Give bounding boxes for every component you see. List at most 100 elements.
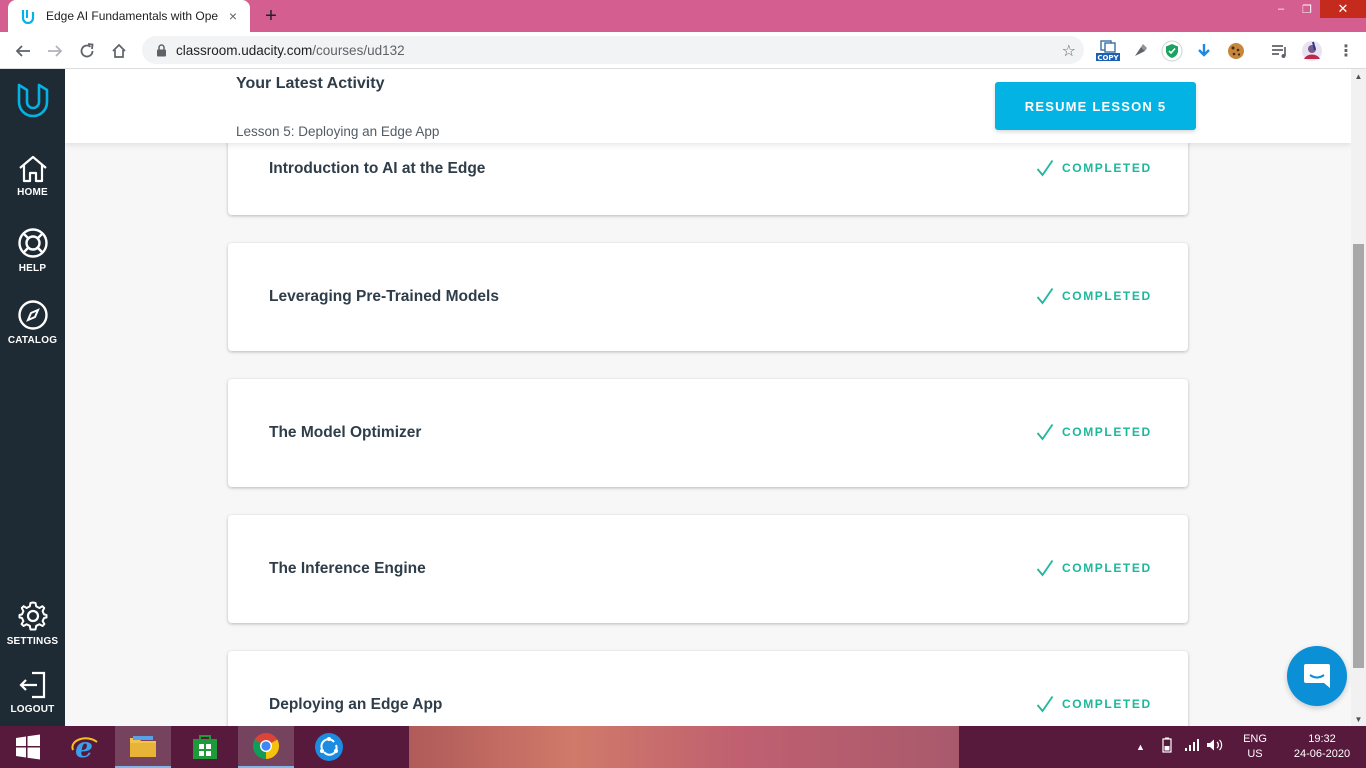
udacity-logo[interactable] [0, 82, 65, 118]
compass-icon [17, 300, 48, 330]
store-icon[interactable] [177, 726, 233, 768]
latest-activity-bar: Your Latest Activity Lesson 5: Deploying… [65, 69, 1351, 143]
checkmark-icon [1036, 559, 1054, 577]
sidebar-item-help[interactable]: HELP [0, 227, 65, 274]
sidebar-label-settings: SETTINGS [6, 636, 59, 647]
gear-icon [18, 601, 47, 631]
sidebar-item-catalog[interactable]: CATALOG [0, 299, 65, 346]
home-browser-icon[interactable] [106, 38, 132, 64]
internet-explorer-icon[interactable]: e [56, 726, 112, 768]
profile-avatar[interactable] [1300, 40, 1324, 62]
clock-date: 24-06-2020 [1293, 748, 1351, 760]
keyboard-region: US [1247, 748, 1263, 760]
sidebar-item-settings[interactable]: SETTINGS [0, 600, 65, 647]
address-bar[interactable]: classroom.udacity.com/courses/ud132 ☆ [142, 36, 1084, 64]
forward-icon[interactable] [42, 38, 68, 64]
lesson-title: The Inference Engine [269, 560, 426, 577]
scrollbar-thumb[interactable] [1353, 244, 1364, 668]
lesson-status-text: COMPLETED [1062, 697, 1152, 711]
minimize-button[interactable]: – [1268, 0, 1294, 18]
taskbar-wallpaper [409, 726, 959, 768]
copy-badge-text: COPY [1097, 54, 1119, 62]
main-content: Your Latest Activity Lesson 5: Deploying… [65, 69, 1351, 726]
home-icon [18, 155, 47, 183]
lesson-card[interactable]: The Model Optimizer COMPLETED [228, 379, 1188, 487]
lesson-title: Introduction to AI at the Edge [269, 160, 486, 177]
start-icon[interactable] [0, 726, 56, 768]
tab-title: Edge AI Fundamentals with OpenVINO [46, 9, 218, 23]
resume-lesson-button[interactable]: RESUME LESSON 5 [995, 82, 1196, 130]
volume-icon[interactable] [1206, 738, 1224, 757]
url-path: /courses/ud132 [312, 42, 405, 58]
close-window-button[interactable]: ✕ [1320, 0, 1366, 18]
show-hidden-icons-icon[interactable]: ▲ [1136, 742, 1152, 752]
latest-activity-lesson: Lesson 5: Deploying an Edge App [236, 124, 440, 139]
sidebar-item-home[interactable]: HOME [0, 155, 65, 198]
cookie-extension-icon[interactable] [1225, 40, 1247, 62]
ink-extension-icon[interactable] [1130, 40, 1150, 62]
logout-icon [18, 671, 45, 699]
battery-icon[interactable] [1162, 737, 1176, 758]
copy-extension-icon[interactable]: COPY [1094, 40, 1122, 62]
checkmark-icon [1036, 695, 1054, 713]
lesson-status: COMPLETED [1036, 159, 1152, 177]
lesson-card[interactable]: Leveraging Pre-Trained Models COMPLETED [228, 243, 1188, 351]
chrome-icon[interactable] [238, 726, 294, 768]
lifebuoy-icon [17, 228, 48, 258]
sidebar-label-help: HELP [18, 263, 47, 274]
scroll-down-arrow-icon[interactable]: ▼ [1351, 712, 1366, 726]
lesson-status: COMPLETED [1036, 695, 1152, 713]
restore-button[interactable]: ❐ [1294, 0, 1320, 18]
svg-text:e: e [75, 732, 93, 762]
checkmark-icon [1036, 423, 1054, 441]
sidebar-item-logout[interactable]: LOGOUT [0, 670, 65, 715]
lesson-status: COMPLETED [1036, 423, 1152, 441]
download-extension-icon[interactable] [1194, 40, 1214, 62]
lesson-status: COMPLETED [1036, 559, 1152, 577]
sidebar: HOME HELP CATALOG SETTINGS LOGOUT [0, 69, 65, 726]
system-tray: ▲ ENG US 19:32 24-06-2020 [1136, 726, 1366, 768]
browser-tab-strip: Edge AI Fundamentals with OpenVINO × + –… [0, 0, 1366, 32]
clock[interactable]: 19:32 24-06-2020 [1288, 732, 1356, 762]
udacity-favicon-icon [20, 8, 36, 24]
language-indicator[interactable]: ENG US [1238, 732, 1272, 762]
back-icon[interactable] [10, 38, 36, 64]
playlist-icon[interactable] [1268, 40, 1292, 62]
url-text: classroom.udacity.com/courses/ud132 [176, 43, 405, 58]
shield-extension-icon[interactable] [1160, 40, 1184, 62]
sidebar-label-catalog: CATALOG [7, 335, 58, 346]
sync-app-icon[interactable] [301, 726, 357, 768]
lesson-card[interactable]: The Inference Engine COMPLETED [228, 515, 1188, 623]
udacity-logo-icon [17, 83, 48, 118]
lesson-status: COMPLETED [1036, 287, 1152, 305]
chat-launcher-button[interactable] [1287, 646, 1347, 706]
lesson-status-text: COMPLETED [1062, 425, 1152, 439]
sidebar-label-home: HOME [17, 187, 48, 198]
windows-taskbar: e ▲ ENG US 19:32 24-06-2020 [0, 726, 1366, 768]
bookmark-star-icon[interactable]: ☆ [1062, 41, 1076, 61]
lesson-card[interactable]: Deploying an Edge App COMPLETED [228, 651, 1188, 726]
page-scrollbar[interactable]: ▲ ▼ [1351, 69, 1366, 726]
clock-time: 19:32 [1308, 733, 1336, 745]
network-icon[interactable] [1184, 738, 1200, 757]
lock-icon [156, 43, 168, 57]
lesson-title: Deploying an Edge App [269, 696, 443, 713]
sidebar-label-logout: LOGOUT [10, 704, 55, 715]
browser-tab[interactable]: Edge AI Fundamentals with OpenVINO × [8, 0, 250, 32]
lesson-title: Leveraging Pre-Trained Models [269, 288, 499, 305]
scroll-up-arrow-icon[interactable]: ▲ [1351, 69, 1366, 83]
file-explorer-icon[interactable] [115, 726, 171, 768]
checkmark-icon [1036, 159, 1054, 177]
chrome-menu-icon[interactable]: ⋮ [1336, 40, 1356, 62]
chat-icon [1304, 664, 1330, 688]
new-tab-button[interactable]: + [259, 4, 283, 28]
lesson-status-text: COMPLETED [1062, 561, 1152, 575]
lesson-status-text: COMPLETED [1062, 289, 1152, 303]
lesson-title: The Model Optimizer [269, 424, 422, 441]
reload-icon[interactable] [74, 38, 100, 64]
checkmark-icon [1036, 287, 1054, 305]
tab-close-icon[interactable]: × [224, 7, 242, 25]
language-code: ENG [1243, 733, 1267, 745]
browser-toolbar: classroom.udacity.com/courses/ud132 ☆ CO… [0, 32, 1366, 69]
url-host: classroom.udacity.com [176, 42, 313, 58]
